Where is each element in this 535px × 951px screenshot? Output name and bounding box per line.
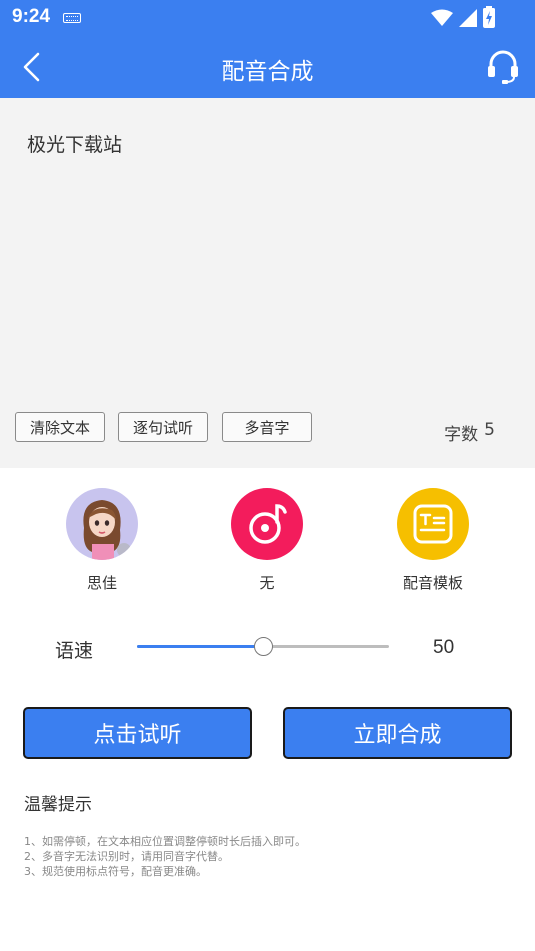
speed-slider-fill — [137, 645, 263, 648]
speed-slider-thumb[interactable] — [253, 637, 273, 656]
template-option[interactable]: 配音模板 — [378, 488, 488, 593]
page-title: 配音合成 — [221, 59, 314, 85]
speed-slider[interactable] — [137, 637, 389, 656]
template-option-label: 配音模板 — [402, 574, 463, 592]
tip-item: 3、规范使用标点符号，配音更准确。 — [24, 865, 207, 878]
char-count: 字数 5 — [444, 420, 495, 445]
text-input[interactable]: 极光下载站 — [27, 130, 122, 157]
speed-value: 50 — [433, 637, 455, 658]
text-editor-panel[interactable]: 极光下载站 清除文本 逐句试听 多音字 字数 5 — [0, 98, 535, 468]
tip-item: 2、多音字无法识别时，请用同音字代替。 — [24, 850, 229, 863]
signal-icon — [459, 9, 477, 27]
headset-icon[interactable] — [485, 48, 521, 84]
polyphone-button[interactable]: 多音字 — [222, 412, 312, 442]
preview-button[interactable]: 点击试听 — [23, 707, 252, 759]
avatar-illustration — [83, 500, 131, 560]
battery-icon — [483, 6, 495, 28]
status-time: 9:24 — [12, 6, 51, 27]
status-icons — [431, 7, 477, 29]
music-option-label: 无 — [259, 574, 275, 592]
clear-text-button[interactable]: 清除文本 — [15, 412, 105, 442]
wifi-icon — [431, 9, 453, 26]
tip-item: 1、如需停顿，在文本相应位置调整停顿时长后插入即可。 — [24, 835, 306, 848]
background-music-option[interactable]: 无 — [212, 488, 322, 593]
sentence-preview-button[interactable]: 逐句试听 — [118, 412, 208, 442]
music-note-icon[interactable] — [231, 488, 303, 560]
status-bar: 9:24 — [0, 0, 535, 36]
char-count-value: 5 — [484, 420, 495, 440]
tips-title: 温馨提示 — [24, 795, 92, 815]
template-icon[interactable] — [397, 488, 469, 560]
keyboard-icon — [63, 13, 81, 23]
voice-option-label: 思佳 — [86, 574, 117, 592]
voice-option[interactable]: 思佳 — [47, 488, 157, 593]
app-header: 配音合成 — [0, 36, 535, 98]
char-count-label: 字数 — [444, 425, 479, 445]
synthesize-button[interactable]: 立即合成 — [283, 707, 512, 759]
tips-list: 1、如需停顿，在文本相应位置调整停顿时长后插入即可。 2、多音字无法识别时，请用… — [24, 834, 306, 879]
speed-label: 语速 — [55, 640, 94, 662]
avatar[interactable] — [66, 488, 138, 560]
